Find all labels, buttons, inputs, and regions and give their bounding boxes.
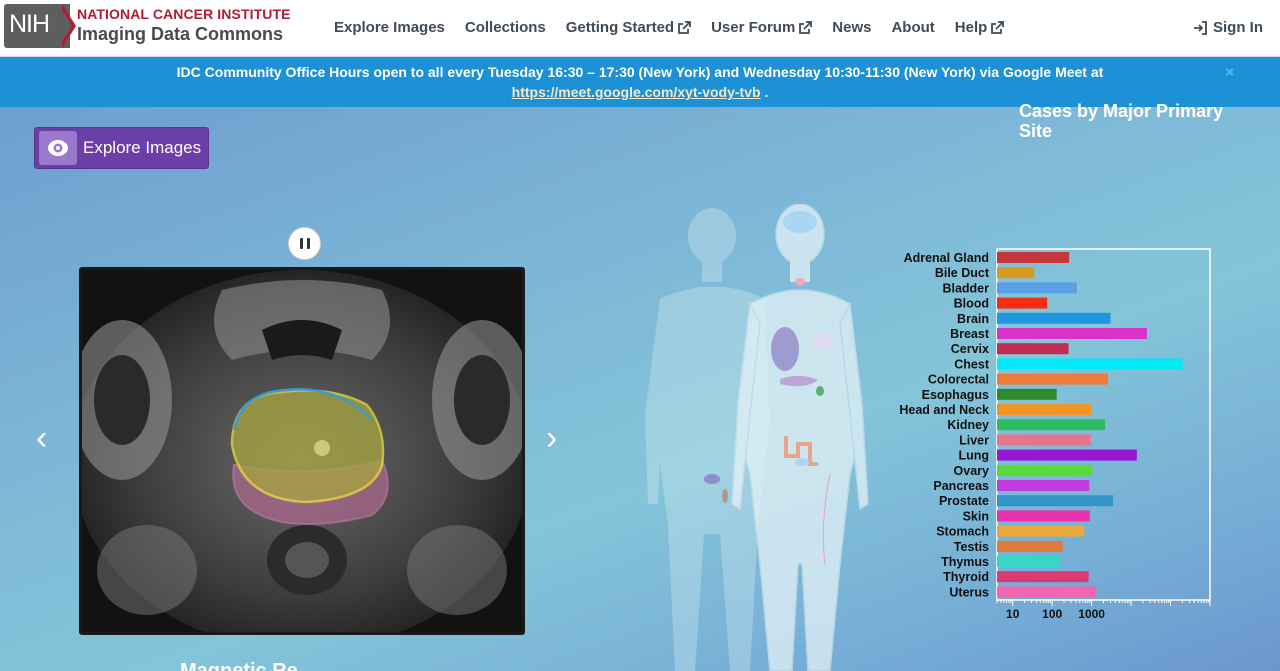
bar-ovary xyxy=(997,464,1093,476)
cases-by-site-chart: Adrenal GlandBile DuctBladder BloodBrainB… xyxy=(899,248,1211,621)
category-label: Cervix xyxy=(951,342,989,356)
bar-uterus xyxy=(997,586,1097,598)
category-label: Esophagus xyxy=(922,388,989,402)
category-label: Prostate xyxy=(939,494,989,508)
category-label: Liver xyxy=(959,433,989,447)
bar-breast xyxy=(997,328,1147,339)
bar-head-and-neck xyxy=(997,404,1092,415)
category-label: Testis xyxy=(954,540,989,554)
bar-brain xyxy=(997,312,1111,324)
category-label: Pancreas xyxy=(933,479,989,493)
bar-thymus xyxy=(997,556,1060,567)
category-label: Colorectal xyxy=(928,373,989,387)
category-label: Stomach xyxy=(936,525,989,539)
category-label: Adrenal Gland xyxy=(904,251,989,265)
bar-thyroid xyxy=(997,571,1089,583)
x-tick-label: 1000 xyxy=(1078,607,1105,621)
category-label: Lung xyxy=(958,449,989,463)
bar-liver xyxy=(997,434,1091,446)
bar-pancreas xyxy=(997,480,1090,491)
category-label: Thyroid xyxy=(943,570,989,584)
category-label: Skin xyxy=(963,509,989,523)
bar-blood xyxy=(997,297,1048,309)
category-label: Breast xyxy=(950,327,990,341)
bar-testis xyxy=(997,540,1063,552)
category-label: Thymus xyxy=(941,555,989,569)
bar-bile-duct xyxy=(997,267,1035,279)
bar-chest xyxy=(997,358,1183,370)
bar-lung xyxy=(997,449,1137,461)
category-label: Blood xyxy=(954,297,989,311)
category-label: Uterus xyxy=(949,585,989,599)
bar-colorectal xyxy=(997,373,1108,385)
category-label: Bladder xyxy=(942,281,989,295)
x-tick-label: 10 xyxy=(1006,607,1020,621)
category-label: Head and Neck xyxy=(899,403,989,417)
category-label: Bile Duct xyxy=(935,266,990,280)
category-label: Chest xyxy=(954,357,990,371)
category-label: Ovary xyxy=(954,464,989,478)
bar-stomach xyxy=(997,525,1085,537)
bar-adrenal-gland xyxy=(997,252,1070,263)
bar-skin xyxy=(997,510,1090,522)
bar-bladder xyxy=(997,282,1077,294)
category-label: Brain xyxy=(957,312,989,326)
x-tick-label: 100 xyxy=(1042,607,1062,621)
bar-kidney xyxy=(997,419,1106,431)
bar-prostate xyxy=(997,495,1114,507)
category-label: Kidney xyxy=(947,418,989,432)
bar-cervix xyxy=(997,343,1069,355)
bar-esophagus xyxy=(997,388,1057,400)
